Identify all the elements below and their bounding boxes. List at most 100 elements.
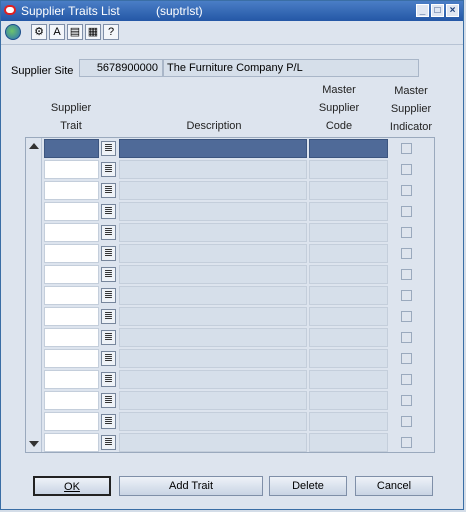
master-indicator-checkbox[interactable]	[401, 353, 412, 364]
trait-cell[interactable]	[44, 244, 99, 263]
master-indicator-checkbox[interactable]	[401, 374, 412, 385]
supplier-site-code-field[interactable]: 5678900000	[79, 59, 163, 77]
table-row[interactable]: ≣	[43, 348, 435, 369]
table-row[interactable]: ≣	[43, 369, 435, 390]
master-code-cell	[309, 412, 388, 431]
table-row[interactable]: ≣	[43, 411, 435, 432]
edit-list-icon[interactable]: ≣	[101, 288, 116, 303]
table-row[interactable]: ≣	[43, 180, 435, 201]
ok-button-label: OK	[64, 481, 80, 493]
edit-list-icon[interactable]: ≣	[101, 351, 116, 366]
table-row[interactable]: ≣	[43, 201, 435, 222]
help-icon[interactable]: ⚙	[31, 24, 47, 40]
table-row[interactable]: ≣	[43, 327, 435, 348]
header-line: Trait	[60, 120, 82, 132]
header-line: Indicator	[389, 121, 433, 133]
window-title: Supplier Traits List	[21, 4, 120, 18]
add-trait-button[interactable]: Add Trait	[119, 476, 263, 496]
description-cell	[119, 328, 307, 347]
header-line: Master	[394, 85, 428, 97]
title-bar[interactable]: Supplier Traits List (suptrlst) _ □ ×	[1, 1, 463, 21]
table-row[interactable]: ≣	[43, 138, 435, 159]
cancel-button[interactable]: Cancel	[355, 476, 433, 496]
trait-cell[interactable]	[44, 265, 99, 284]
edit-list-icon[interactable]: ≣	[101, 414, 116, 429]
ok-button[interactable]: OK	[33, 476, 111, 496]
master-code-cell	[309, 181, 388, 200]
master-indicator-checkbox[interactable]	[401, 269, 412, 280]
table-row[interactable]: ≣	[43, 432, 435, 453]
master-code-cell	[309, 286, 388, 305]
table-row[interactable]: ≣	[43, 264, 435, 285]
master-code-cell	[309, 160, 388, 179]
master-indicator-checkbox[interactable]	[401, 248, 412, 259]
question-icon[interactable]: ?	[103, 24, 119, 40]
header-line: Supplier	[318, 102, 360, 114]
table-row[interactable]: ≣	[43, 222, 435, 243]
close-icon[interactable]: ×	[446, 4, 459, 17]
trait-cell[interactable]	[44, 202, 99, 221]
master-indicator-checkbox[interactable]	[401, 185, 412, 196]
master-indicator-checkbox[interactable]	[401, 164, 412, 175]
edit-list-icon[interactable]: ≣	[101, 372, 116, 387]
scroll-down-icon[interactable]	[29, 441, 39, 447]
master-indicator-checkbox[interactable]	[401, 332, 412, 343]
sort-icon[interactable]: A	[49, 24, 65, 40]
column-header-trait: Supplier Trait	[41, 99, 101, 135]
master-indicator-checkbox[interactable]	[401, 437, 412, 448]
edit-list-icon[interactable]: ≣	[101, 225, 116, 240]
globe-icon[interactable]	[5, 24, 21, 40]
edit-list-icon[interactable]: ≣	[101, 267, 116, 282]
table-row[interactable]: ≣	[43, 285, 435, 306]
description-cell	[119, 223, 307, 242]
master-indicator-checkbox[interactable]	[401, 143, 412, 154]
master-code-cell	[309, 349, 388, 368]
scroll-up-icon[interactable]	[29, 143, 39, 149]
trait-cell[interactable]	[44, 391, 99, 410]
maximize-icon[interactable]: □	[431, 4, 444, 17]
trait-cell[interactable]	[44, 286, 99, 305]
description-cell	[119, 349, 307, 368]
master-indicator-checkbox[interactable]	[401, 416, 412, 427]
vertical-scrollbar[interactable]	[26, 138, 42, 452]
trait-cell[interactable]	[44, 433, 99, 452]
edit-list-icon[interactable]: ≣	[101, 309, 116, 324]
trait-cell[interactable]	[44, 307, 99, 326]
edit-list-icon[interactable]: ≣	[101, 393, 116, 408]
trait-cell[interactable]	[44, 160, 99, 179]
edit-list-icon[interactable]: ≣	[101, 183, 116, 198]
print-icon[interactable]: ▦	[85, 24, 101, 40]
edit-list-icon[interactable]: ≣	[101, 204, 116, 219]
master-code-cell	[309, 433, 388, 452]
table-row[interactable]: ≣	[43, 390, 435, 411]
trait-cell[interactable]	[44, 370, 99, 389]
list-icon[interactable]: ▤	[67, 24, 83, 40]
traits-grid: ≣ ≣ ≣ ≣ ≣ ≣ ≣ ≣ ≣ ≣ ≣ ≣ ≣ ≣ ≣	[25, 137, 435, 453]
table-row[interactable]: ≣	[43, 159, 435, 180]
edit-list-icon[interactable]: ≣	[101, 162, 116, 177]
description-cell	[119, 370, 307, 389]
trait-cell[interactable]	[44, 139, 99, 158]
trait-cell[interactable]	[44, 223, 99, 242]
master-code-cell	[309, 307, 388, 326]
description-cell	[119, 433, 307, 452]
table-row[interactable]: ≣	[43, 306, 435, 327]
delete-button[interactable]: Delete	[269, 476, 347, 496]
minimize-icon[interactable]: _	[416, 4, 429, 17]
master-indicator-checkbox[interactable]	[401, 206, 412, 217]
supplier-site-label: Supplier Site	[11, 65, 74, 77]
trait-cell[interactable]	[44, 412, 99, 431]
description-cell	[119, 139, 307, 158]
master-indicator-checkbox[interactable]	[401, 290, 412, 301]
edit-list-icon[interactable]: ≣	[101, 330, 116, 345]
edit-list-icon[interactable]: ≣	[101, 435, 116, 450]
edit-list-icon[interactable]: ≣	[101, 246, 116, 261]
master-indicator-checkbox[interactable]	[401, 227, 412, 238]
edit-list-icon[interactable]: ≣	[101, 141, 116, 156]
table-row[interactable]: ≣	[43, 243, 435, 264]
trait-cell[interactable]	[44, 328, 99, 347]
trait-cell[interactable]	[44, 349, 99, 368]
master-indicator-checkbox[interactable]	[401, 311, 412, 322]
master-indicator-checkbox[interactable]	[401, 395, 412, 406]
trait-cell[interactable]	[44, 181, 99, 200]
